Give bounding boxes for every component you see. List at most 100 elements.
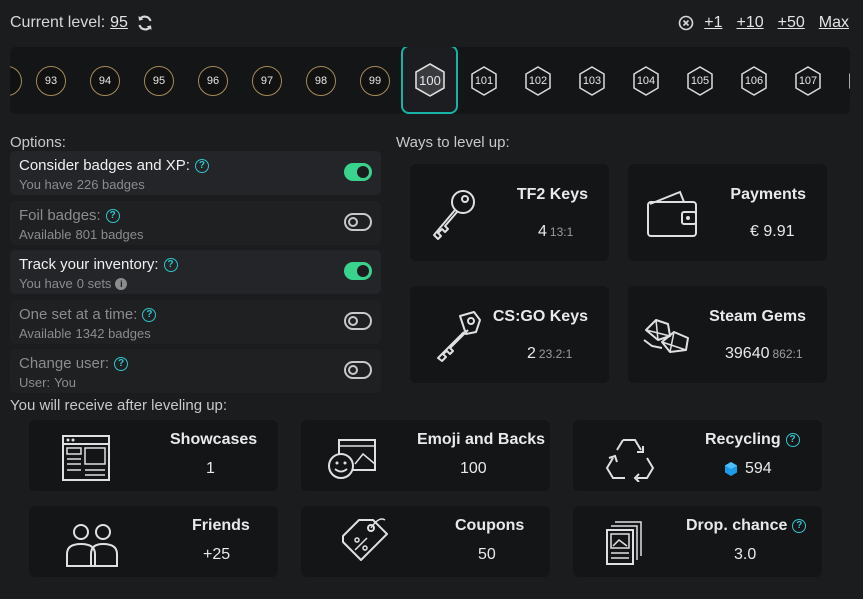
help-icon[interactable]: ? xyxy=(114,356,129,371)
level-number: 105 xyxy=(690,75,710,87)
way-ratio: 13:1 xyxy=(549,225,574,239)
receive-name: Showcases xyxy=(170,431,258,448)
max-button[interactable]: Max xyxy=(819,14,849,32)
option-toggle[interactable] xyxy=(344,312,372,330)
option-toggle[interactable] xyxy=(344,213,372,231)
option-title-text: Track your inventory: xyxy=(19,256,159,273)
receive-name-text: Recycling xyxy=(705,431,781,448)
receive-value: 100 xyxy=(460,460,487,477)
receive-name: Coupons xyxy=(455,517,525,534)
option-row: Consider badges and XP:? You have 226 badg… xyxy=(10,151,381,195)
level-number: 104 xyxy=(636,75,656,87)
option-sub-prefix: You have xyxy=(19,276,73,291)
clear-icon[interactable] xyxy=(678,15,694,31)
level-item[interactable]: 95 xyxy=(144,66,174,96)
receive-value: 50 xyxy=(478,546,496,563)
receive-name: Recycling? xyxy=(705,431,800,449)
receive-value: +25 xyxy=(203,546,231,563)
option-subtitle: You have 226 badges xyxy=(19,177,372,192)
help-icon[interactable]: ? xyxy=(792,519,807,533)
option-subtitle: Available 801 badges xyxy=(19,227,372,242)
coupon-icon xyxy=(335,514,391,562)
add-50-button[interactable]: +50 xyxy=(778,14,805,32)
option-row: One set at a time:? Available 1342 badges xyxy=(10,300,381,344)
help-icon[interactable]: ? xyxy=(163,257,178,272)
way-name: CS:GO Keys xyxy=(492,308,588,325)
help-icon[interactable]: ? xyxy=(142,307,157,322)
wallet-icon xyxy=(644,184,704,244)
add-1-button[interactable]: +1 xyxy=(704,14,722,32)
way-csgo-keys[interactable]: CS:GO Keys 2 23.2:1 xyxy=(410,286,609,383)
current-level: Current level: 95 xyxy=(10,14,154,32)
receive-value: 3.0 xyxy=(734,546,757,563)
help-icon[interactable]: ? xyxy=(105,208,120,223)
way-value-main: 2 xyxy=(527,345,536,362)
receive-name: Emoji and Backs xyxy=(417,431,546,448)
way-tf2-keys[interactable]: TF2 Keys 4 13:1 xyxy=(410,164,609,261)
way-value: 4 13:1 xyxy=(538,223,573,241)
level-item[interactable]: 94 xyxy=(90,66,120,96)
option-title: Consider badges and XP:? xyxy=(19,157,372,174)
option-toggle[interactable] xyxy=(344,163,372,181)
level-item[interactable]: 104 xyxy=(631,66,661,96)
way-value: 2 23.2:1 xyxy=(527,345,572,363)
receive-label: You will receive after leveling up: xyxy=(10,397,228,414)
current-level-value[interactable]: 95 xyxy=(110,14,128,32)
level-item[interactable]: 99 xyxy=(360,66,390,96)
refresh-icon[interactable] xyxy=(136,14,154,32)
level-number: 106 xyxy=(744,75,764,87)
top-bar: Current level: 95 +1 +10 +50 Max xyxy=(10,12,849,34)
option-sub-value: 0 sets xyxy=(76,276,112,291)
csgo-key-icon xyxy=(426,306,486,366)
recycle-icon xyxy=(603,434,659,483)
way-value-main: € 9.91 xyxy=(750,223,795,240)
level-item[interactable] xyxy=(10,66,22,96)
option-title: Change user:? xyxy=(19,355,372,372)
level-item[interactable]: 107 xyxy=(793,66,823,96)
option-title-text: One set at a time: xyxy=(19,306,138,323)
help-icon[interactable]: ? xyxy=(194,158,209,173)
level-item[interactable]: 101 xyxy=(469,66,499,96)
level-item[interactable]: 102 xyxy=(523,66,553,96)
level-number: 101 xyxy=(474,75,494,87)
way-payments[interactable]: Payments € 9.91 xyxy=(628,164,827,261)
level-item[interactable]: 93 xyxy=(36,66,66,96)
receive-drop-chance: Drop. chance? 3.0 xyxy=(573,506,822,577)
level-item[interactable] xyxy=(847,66,850,96)
level-strip[interactable]: 93 94 95 96 97 98 99 101 102 103 104 105 106 107 100 xyxy=(10,47,850,114)
level-item[interactable]: 98 xyxy=(306,66,336,96)
option-row: Track your inventory:? You have 0 sets i xyxy=(10,250,381,294)
option-title-text: Change user: xyxy=(19,355,110,372)
level-current-number: 100 xyxy=(419,72,441,88)
emoji-icon xyxy=(325,434,381,482)
way-name: Payments xyxy=(730,186,806,203)
way-value-main: 39640 xyxy=(725,345,770,362)
option-row: Change user:? User: You xyxy=(10,349,381,393)
option-title: Track your inventory:? xyxy=(19,256,372,273)
way-steam-gems[interactable]: Steam Gems 39640 862:1 xyxy=(628,286,827,383)
option-sub-prefix: Available xyxy=(19,227,72,242)
option-sub-value: 801 badges xyxy=(75,227,144,242)
way-ratio: 862:1 xyxy=(772,347,803,361)
level-number: 103 xyxy=(582,75,602,87)
level-item[interactable]: 103 xyxy=(577,66,607,96)
option-sub-value: 226 badges xyxy=(76,177,145,192)
level-item[interactable]: 97 xyxy=(252,66,282,96)
option-subtitle: User: You xyxy=(19,375,372,390)
help-icon[interactable]: ? xyxy=(785,433,800,447)
level-current[interactable]: 100 xyxy=(401,47,458,114)
add-10-button[interactable]: +10 xyxy=(736,14,763,32)
option-toggle[interactable] xyxy=(344,361,372,379)
option-title-text: Foil badges: xyxy=(19,207,101,224)
receive-value: 594 xyxy=(723,460,772,478)
info-icon[interactable]: i xyxy=(115,277,128,290)
level-item[interactable]: 106 xyxy=(739,66,769,96)
level-item[interactable]: 105 xyxy=(685,66,715,96)
receive-coupons: Coupons 50 xyxy=(301,506,550,577)
option-toggle[interactable] xyxy=(344,262,372,280)
level-item[interactable]: 96 xyxy=(198,66,228,96)
option-subtitle: You have 0 sets i xyxy=(19,276,372,291)
way-name: Steam Gems xyxy=(709,308,806,325)
option-sub-value: You xyxy=(54,375,76,390)
friends-icon xyxy=(65,520,121,568)
